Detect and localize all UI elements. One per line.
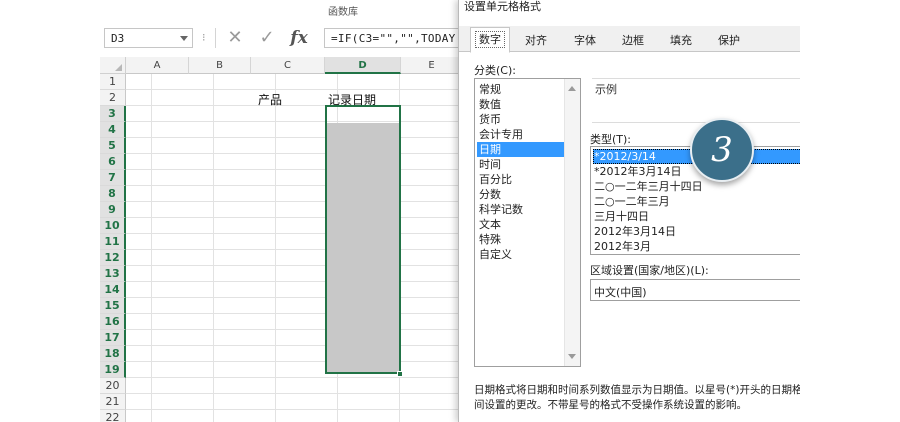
category-time[interactable]: 时间: [477, 157, 565, 172]
tab-number-label: 数字: [475, 31, 505, 48]
row-header[interactable]: 13: [100, 266, 126, 282]
name-box[interactable]: D3: [104, 28, 193, 48]
tab-fill[interactable]: 填充: [659, 29, 703, 52]
tab-number[interactable]: 数字: [470, 27, 510, 53]
type-item[interactable]: 三月十四日: [593, 209, 801, 224]
row-header[interactable]: 5: [100, 138, 126, 154]
category-fraction[interactable]: 分数: [477, 187, 565, 202]
row-header[interactable]: 11: [100, 234, 126, 250]
dialog-title: 设置单元格格式: [464, 0, 541, 13]
page-margin: [800, 0, 900, 422]
format-description: 日期格式将日期和时间系列数值显示为日期值。以星号(*)开头的日期格 间设置的更改…: [474, 383, 801, 413]
sample-label: 示例: [595, 83, 617, 96]
row-header[interactable]: 9: [100, 202, 126, 218]
row-header[interactable]: 12: [100, 250, 126, 266]
tab-border[interactable]: 边框: [611, 29, 655, 52]
select-all-button[interactable]: [100, 57, 126, 74]
formula-input[interactable]: =IF(C3="","",TODAY: [324, 28, 463, 48]
row-header[interactable]: 1: [100, 74, 126, 90]
cancel-icon[interactable]: ✕: [222, 28, 248, 48]
row-header[interactable]: 15: [100, 298, 126, 314]
description-line: 日期格式将日期和时间系列数值显示为日期值。以星号(*)开头的日期格: [474, 384, 801, 396]
title-bar: 函数库: [100, 0, 463, 20]
insert-function-icon[interactable]: fx: [286, 28, 312, 48]
column-header-d[interactable]: D: [325, 57, 401, 74]
row-header[interactable]: 14: [100, 282, 126, 298]
window-title: 函数库: [328, 7, 358, 18]
type-item[interactable]: 二○一二年三月: [593, 194, 801, 209]
more-icon[interactable]: ⁝: [202, 31, 206, 44]
worksheet-grid[interactable]: A B C D E 1 2 3 4 5 6 7 8 9 10 11 12 13 …: [100, 57, 463, 422]
cell-d2[interactable]: 记录日期: [328, 91, 376, 108]
column-header-c[interactable]: C: [251, 57, 325, 74]
category-accounting[interactable]: 会计专用: [477, 127, 565, 142]
name-box-value: D3: [111, 32, 125, 45]
dialog-tabs: 数字 对齐 字体 边框 填充 保护: [459, 26, 801, 53]
locale-label: 区域设置(国家/地区)(L):: [590, 264, 709, 277]
scroll-up-icon[interactable]: [568, 86, 576, 91]
row-header[interactable]: 16: [100, 314, 126, 330]
category-label: 分类(C):: [474, 64, 516, 77]
formula-bar-divider: [215, 28, 216, 48]
type-label: 类型(T):: [590, 133, 632, 146]
type-item[interactable]: 2012年3月14日: [593, 224, 801, 239]
row-header[interactable]: 4: [100, 122, 126, 138]
sample-group-bottom-border: [592, 122, 801, 123]
category-special[interactable]: 特殊: [477, 232, 565, 247]
row-header[interactable]: 6: [100, 154, 126, 170]
format-cells-dialog: 设置单元格格式 数字 对齐 字体 边框 填充 保护 分类(C): 常规 数值 货…: [458, 0, 801, 422]
sample-group-top-border: [592, 78, 801, 79]
step-number-badge: 3: [690, 118, 754, 182]
row-header[interactable]: 19: [100, 362, 126, 378]
row-header[interactable]: 2: [100, 90, 126, 106]
category-currency[interactable]: 货币: [477, 112, 565, 127]
locale-select[interactable]: 中文(中国): [590, 279, 801, 301]
column-header-e[interactable]: E: [401, 57, 463, 74]
cell-c2[interactable]: 产品: [258, 91, 282, 108]
category-scrollbar[interactable]: [564, 79, 580, 366]
select-all-icon: [115, 64, 122, 71]
type-item[interactable]: 二○一二年三月十四日: [593, 179, 801, 194]
scroll-down-icon[interactable]: [568, 354, 576, 359]
row-header[interactable]: 17: [100, 330, 126, 346]
tab-alignment[interactable]: 对齐: [514, 29, 558, 52]
category-list[interactable]: 常规 数值 货币 会计专用 日期 时间 百分比 分数 科学记数 文本 特殊 自定…: [474, 78, 581, 367]
category-scientific[interactable]: 科学记数: [477, 202, 565, 217]
category-date[interactable]: 日期: [477, 142, 565, 157]
chevron-down-icon[interactable]: [180, 36, 188, 41]
excel-window: 函数库 D3 ⁝ ✕ ✓ fx =IF(C3="","",TODAY A B C…: [100, 0, 463, 422]
row-header[interactable]: 3: [100, 106, 126, 122]
category-number[interactable]: 数值: [477, 97, 565, 112]
row-header[interactable]: 22: [100, 410, 126, 422]
row-header[interactable]: 21: [100, 394, 126, 410]
row-header[interactable]: 20: [100, 378, 126, 394]
tab-protection[interactable]: 保护: [707, 29, 751, 52]
column-header-a[interactable]: A: [126, 57, 189, 74]
column-header-b[interactable]: B: [189, 57, 251, 74]
row-header[interactable]: 18: [100, 346, 126, 362]
confirm-icon[interactable]: ✓: [254, 28, 280, 48]
category-custom[interactable]: 自定义: [477, 247, 565, 262]
row-header[interactable]: 10: [100, 218, 126, 234]
category-text[interactable]: 文本: [477, 217, 565, 232]
row-header[interactable]: 8: [100, 186, 126, 202]
type-item[interactable]: 2012年3月: [593, 239, 801, 254]
category-general[interactable]: 常规: [477, 82, 565, 97]
formula-text: =IF(C3="","",TODAY: [331, 32, 456, 45]
tab-font[interactable]: 字体: [563, 29, 607, 52]
category-percentage[interactable]: 百分比: [477, 172, 565, 187]
description-line: 间设置的更改。不带星号的格式不受操作系统设置的影响。: [474, 399, 747, 411]
selection-range[interactable]: [325, 105, 401, 374]
locale-value: 中文(中国): [594, 286, 647, 299]
cell-area[interactable]: [126, 74, 463, 422]
fill-handle[interactable]: [397, 371, 403, 377]
row-header[interactable]: 7: [100, 170, 126, 186]
